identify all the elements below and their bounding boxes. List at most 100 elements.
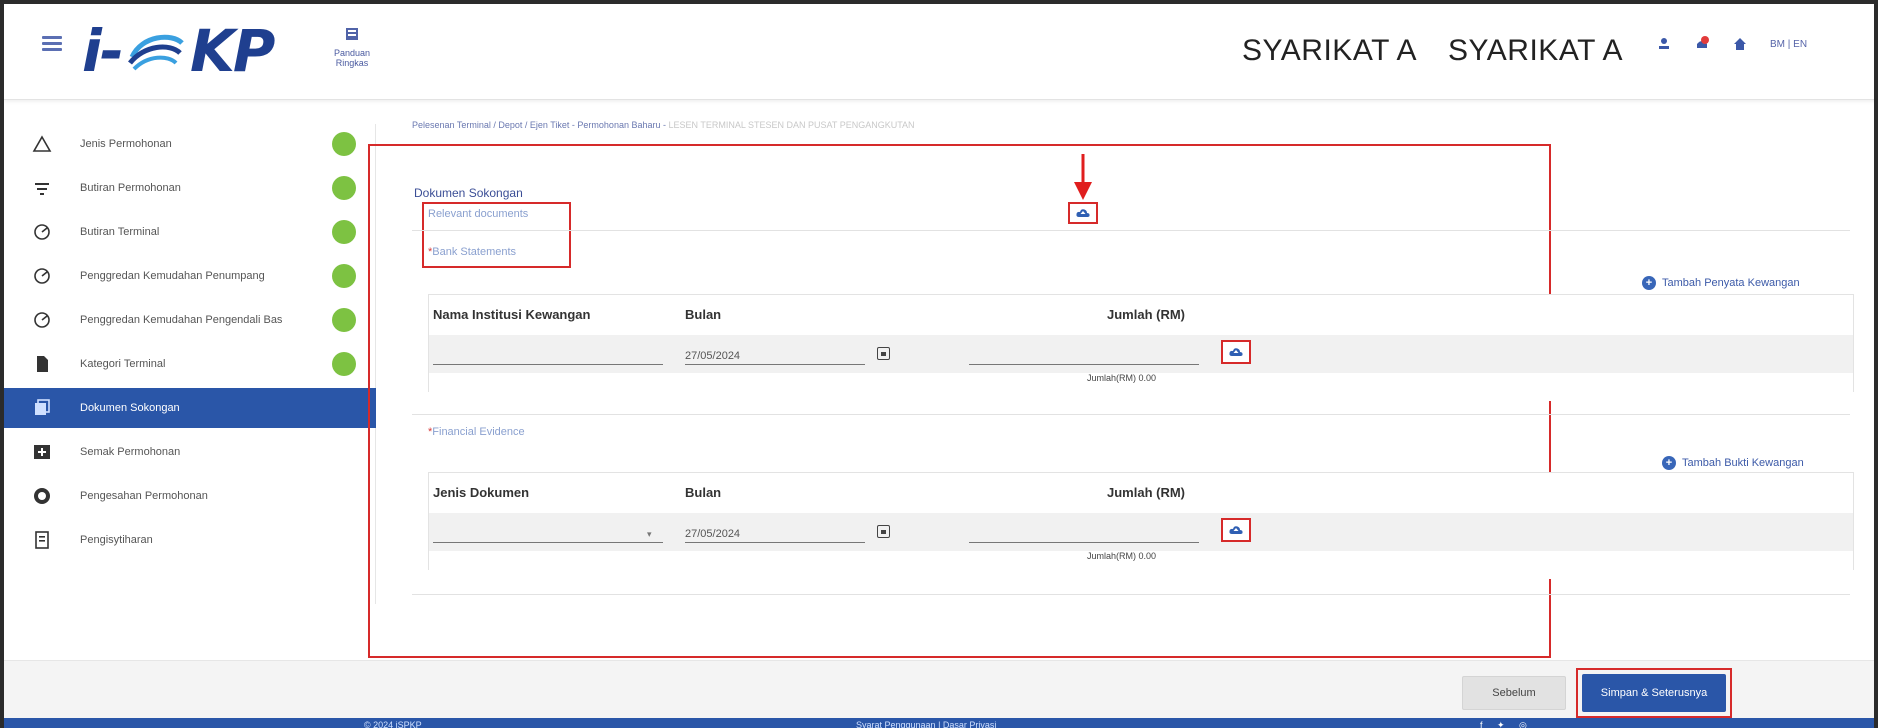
menu-toggle-icon[interactable]: [42, 36, 62, 51]
sidebar-item-dokumen-sokongan[interactable]: Dokumen Sokongan: [4, 388, 376, 428]
amount-input[interactable]: [969, 517, 1199, 543]
breadcrumb-current: LESEN TERMINAL STESEN DAN PUSAT PENGANGK…: [668, 120, 915, 130]
sidebar-item-label: Jenis Permohonan: [80, 138, 172, 150]
cloud-upload-icon: [1076, 209, 1090, 217]
table-header-month: Bulan: [685, 485, 722, 500]
section-divider: [412, 594, 1850, 595]
financial-evidence-label: *Financial Evidence: [428, 426, 525, 438]
table-row: ▾ 27/05/2024: [429, 513, 1853, 551]
table-header-row: Nama Institusi Kewangan Bulan Jumlah (RM…: [429, 295, 1853, 335]
sidebar-item-label: Pengesahan Permohonan: [80, 490, 208, 502]
cloud-upload-icon: [1229, 526, 1243, 534]
add-statement-label: Tambah Penyata Kewangan: [1662, 277, 1800, 289]
add-evidence-link[interactable]: + Tambah Bukti Kewangan: [1662, 456, 1804, 470]
logo-text-suffix: KP: [189, 17, 275, 85]
document-icon: [37, 356, 48, 372]
sidebar-item-label: Penggredan Kemudahan Pengendali Bas: [80, 314, 283, 326]
sidebar-item-pengisytiharan[interactable]: Pengisytiharan: [4, 520, 376, 560]
financial-evidence-table: Jenis Dokumen Bulan Jumlah (RM) ▾ 27/05/…: [428, 472, 1854, 579]
save-and-continue-button[interactable]: Simpan & Seterusnya: [1582, 674, 1726, 712]
sidebar-item-label: Semak Permohonan: [80, 446, 181, 458]
table-header-month: Bulan: [685, 307, 722, 322]
sidebar-item-label: Butiran Permohonan: [80, 182, 181, 194]
document-type-select[interactable]: [433, 517, 663, 543]
total-amount-label: Jumlah(RM) 0.00: [1087, 551, 1157, 561]
copyright-text: © 2024 iSPKP: [364, 720, 422, 728]
institution-input[interactable]: [433, 339, 663, 365]
upload-financial-evidence-button[interactable]: [1221, 518, 1251, 542]
warning-triangle-icon: [32, 135, 52, 152]
complete-check-icon: [332, 264, 356, 288]
declaration-icon: [35, 531, 49, 549]
add-circle-icon: +: [1642, 276, 1656, 290]
add-statement-link[interactable]: + Tambah Penyata Kewangan: [1642, 276, 1800, 290]
complete-check-icon: [332, 308, 356, 332]
company-name-primary: SYARIKAT A: [1242, 34, 1418, 67]
month-date-field[interactable]: 27/05/2024: [685, 517, 865, 543]
company-name-secondary: SYARIKAT A: [1448, 34, 1624, 67]
breadcrumb-path[interactable]: Pelesenan Terminal / Depot / Ejen Tiket …: [412, 120, 668, 130]
upload-relevant-documents-button[interactable]: [1068, 202, 1098, 224]
documents-icon: [35, 399, 50, 415]
complete-check-icon: [332, 352, 356, 376]
sidebar-item-kategori-terminal[interactable]: Kategori Terminal: [4, 344, 376, 384]
section-divider: [412, 414, 1850, 415]
add-box-icon: [34, 445, 50, 459]
bank-statements-label: *Bank Statements: [428, 246, 516, 258]
bank-statements-text: Bank Statements: [432, 246, 517, 258]
table-header-row: Jenis Dokumen Bulan Jumlah (RM): [429, 473, 1853, 513]
chevron-down-icon[interactable]: ▾: [647, 529, 652, 540]
page-footer: © 2024 iSPKP Syarat Penggunaan | Dasar P…: [4, 718, 1874, 728]
upload-bank-statement-button[interactable]: [1221, 340, 1251, 364]
calendar-icon[interactable]: [877, 525, 891, 539]
gauge-icon: [34, 268, 50, 284]
pointer-arrow-icon: [1074, 154, 1092, 200]
complete-check-icon: [332, 132, 356, 156]
sidebar-item-label: Pengisytiharan: [80, 534, 153, 546]
step-sidebar: Jenis Permohonan Butiran Permohonan Buti…: [4, 124, 376, 604]
previous-button[interactable]: Sebelum: [1462, 676, 1566, 710]
sidebar-item-butiran-permohonan[interactable]: Butiran Permohonan: [4, 168, 376, 208]
complete-check-icon: [332, 176, 356, 200]
quick-guide-link[interactable]: Panduan Ringkas: [322, 26, 382, 68]
verify-icon: [34, 488, 50, 504]
footer-links[interactable]: Syarat Penggunaan | Dasar Privasi: [856, 720, 996, 728]
social-icons[interactable]: f ✦ ◎: [1480, 720, 1533, 728]
sidebar-item-jenis-permohonan[interactable]: Jenis Permohonan: [4, 124, 376, 164]
sidebar-item-semak-permohonan[interactable]: Semak Permohonan: [4, 432, 376, 472]
notification-icon[interactable]: [1694, 36, 1710, 52]
user-icon[interactable]: [1656, 36, 1672, 52]
table-row: 27/05/2024: [429, 335, 1853, 373]
home-icon[interactable]: [1732, 36, 1748, 52]
sidebar-item-label: Penggredan Kemudahan Penumpang: [80, 270, 265, 282]
complete-check-icon: [332, 220, 356, 244]
quick-guide-label: Panduan Ringkas: [333, 48, 371, 68]
add-evidence-label: Tambah Bukti Kewangan: [1682, 457, 1804, 469]
add-circle-icon: +: [1662, 456, 1676, 470]
language-switch[interactable]: BM | EN: [1770, 39, 1807, 50]
table-total-row: Jumlah(RM) 0.00: [429, 551, 1853, 579]
app-logo[interactable]: i- KP: [82, 17, 275, 85]
logo-text-prefix: i-: [82, 17, 124, 85]
table-total-row: Jumlah(RM) 0.00: [429, 373, 1853, 401]
sidebar-item-penggredan-pengendali-bas[interactable]: Penggredan Kemudahan Pengendali Bas: [4, 300, 376, 340]
section-divider: [412, 230, 1850, 231]
table-header-amount: Jumlah (RM): [1107, 307, 1185, 322]
header-actions: BM | EN: [1656, 36, 1807, 52]
calendar-icon[interactable]: [877, 347, 891, 361]
sidebar-item-butiran-terminal[interactable]: Butiran Terminal: [4, 212, 376, 252]
amount-input[interactable]: [969, 339, 1199, 365]
sidebar-item-label: Dokumen Sokongan: [80, 402, 180, 414]
sidebar-item-label: Butiran Terminal: [80, 226, 160, 238]
table-header-institution: Nama Institusi Kewangan: [433, 307, 591, 322]
app-window: i- KP Panduan Ringkas SYARIKAT A SYARIKA…: [0, 0, 1878, 728]
sidebar-item-label: Kategori Terminal: [80, 358, 166, 370]
month-date-field[interactable]: 27/05/2024: [685, 339, 865, 365]
top-header: i- KP Panduan Ringkas SYARIKAT A SYARIKA…: [4, 4, 1874, 100]
sidebar-item-penggredan-penumpang[interactable]: Penggredan Kemudahan Penumpang: [4, 256, 376, 296]
logo-swirl-icon: [127, 34, 184, 71]
gauge-icon: [34, 224, 50, 240]
book-icon: [346, 28, 358, 40]
sidebar-item-pengesahan-permohonan[interactable]: Pengesahan Permohonan: [4, 476, 376, 516]
table-header-amount: Jumlah (RM): [1107, 485, 1185, 500]
